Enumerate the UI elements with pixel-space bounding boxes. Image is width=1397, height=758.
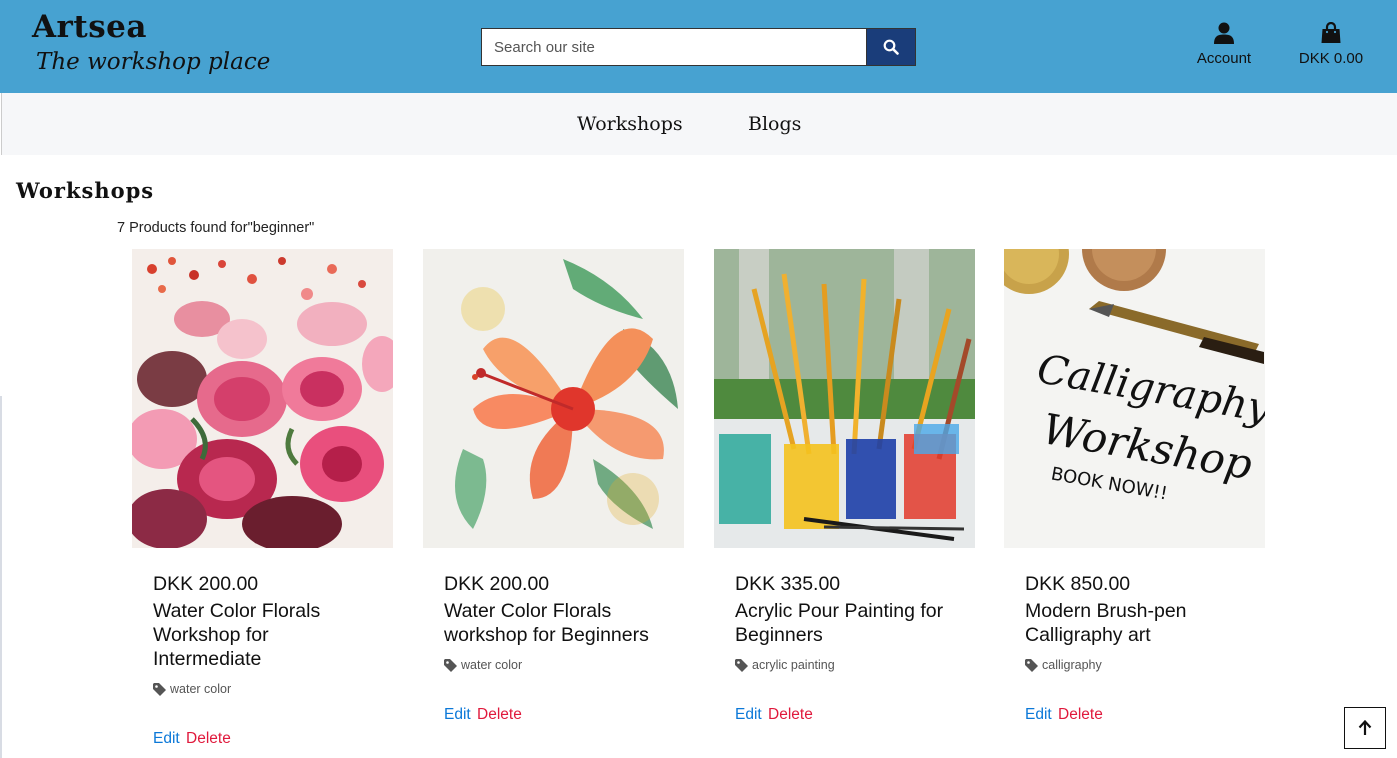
product-category[interactable]: water color [153,682,393,696]
product-category[interactable]: water color [444,658,684,672]
tag-icon [735,658,748,672]
edit-link[interactable]: Edit [444,706,471,723]
product-card: DKK 200.00 Water Color Florals workshop … [423,249,684,724]
delete-link[interactable]: Delete [768,706,813,723]
site-header: Artsea The workshop place Account DKK 0.… [0,0,1397,93]
tag-icon [444,658,457,672]
product-category[interactable]: acrylic painting [735,658,975,672]
product-category-label: calligraphy [1042,658,1102,672]
shopping-bag-icon [1321,22,1341,43]
delete-link[interactable]: Delete [477,706,522,723]
product-category-label: water color [461,658,523,672]
search-input[interactable] [481,28,867,66]
page-title: Workshops [16,178,155,203]
product-name[interactable]: Modern Brush-pen Calligraphy art [1025,599,1250,647]
edit-link[interactable]: Edit [735,706,762,723]
page-edge [0,155,2,758]
shopping-bag-link[interactable]: DKK 0.00 [1296,22,1366,67]
account-label: Account [1196,50,1252,67]
product-price: DKK 200.00 [153,573,259,595]
brand-title: Artsea [32,9,147,45]
arrow-up-icon [1358,720,1372,735]
product-image[interactable] [423,249,684,548]
search-button[interactable] [867,28,916,66]
product-image[interactable]: Calligraphy Workshop BOOK NOW!! [1004,249,1265,548]
product-card: DKK 335.00 Acrylic Pour Painting for Beg… [714,249,975,724]
product-price: DKK 335.00 [735,573,841,595]
product-actions: Edit Delete [444,706,684,724]
search-form [481,28,916,66]
product-category[interactable]: calligraphy [1025,658,1265,672]
product-category-label: acrylic painting [752,658,835,672]
edit-link[interactable]: Edit [153,730,180,747]
account-link[interactable]: Account [1194,22,1254,67]
product-card: DKK 200.00 Water Color Florals Workshop … [132,249,393,748]
product-name[interactable]: Water Color Florals Workshop for Interme… [153,599,353,671]
back-to-top-button[interactable] [1344,707,1386,749]
product-category-label: water color [170,682,232,696]
product-card: Calligraphy Workshop BOOK NOW!! DKK 850.… [1004,249,1265,724]
product-price: DKK 850.00 [1025,573,1131,595]
nav-item-blogs[interactable]: Blogs [748,113,801,135]
delete-link[interactable]: Delete [186,730,231,747]
bag-total: DKK 0.00 [1298,50,1364,67]
product-image[interactable] [132,249,393,548]
tag-icon [153,682,166,696]
nav-item-workshops[interactable]: Workshops [577,113,683,135]
product-image[interactable] [714,249,975,548]
product-actions: Edit Delete [735,706,975,724]
main-nav: Workshops Blogs [1,93,1397,155]
product-name[interactable]: Acrylic Pour Painting for Beginners [735,599,960,647]
product-name[interactable]: Water Color Florals workshop for Beginne… [444,599,669,647]
product-actions: Edit Delete [153,730,393,748]
product-price: DKK 200.00 [444,573,550,595]
edit-link[interactable]: Edit [1025,706,1052,723]
user-icon [1214,22,1234,44]
product-actions: Edit Delete [1025,706,1265,724]
brand-tagline: The workshop place [36,49,271,75]
brand-logo[interactable]: Artsea The workshop place [32,8,270,78]
tag-icon [1025,658,1038,672]
delete-link[interactable]: Delete [1058,706,1103,723]
search-icon [883,39,899,55]
results-count: 7 Products found for"beginner" [117,220,315,236]
